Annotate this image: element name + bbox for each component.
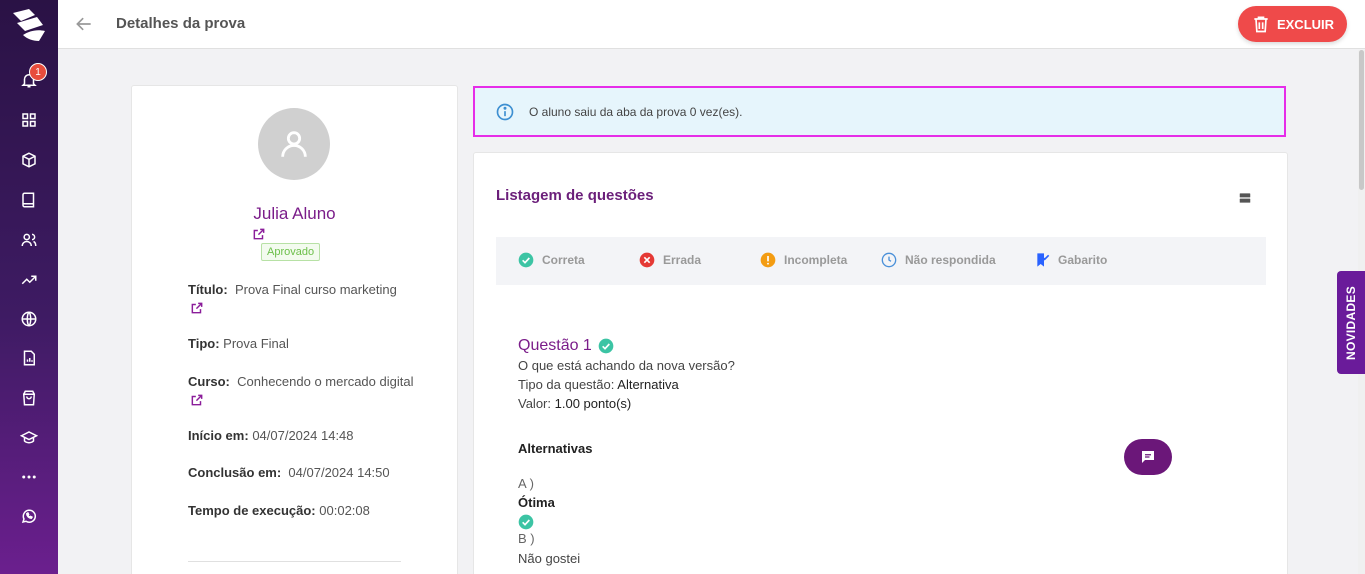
info-curso: Curso: Conhecendo o mercado digital <box>188 374 413 389</box>
delete-button[interactable]: EXCLUIR <box>1238 6 1347 42</box>
alt-b-text: Não gostei <box>518 551 581 566</box>
scrollbar-thumb[interactable] <box>1359 50 1364 190</box>
student-card: Julia Aluno Aprovado Título: Prova Final… <box>131 85 458 574</box>
info-conclusao: Conclusão em: 04/07/2024 14:50 <box>188 465 390 480</box>
card-divider <box>188 561 401 562</box>
legend-wrong: Errada <box>639 252 701 268</box>
external-link-icon[interactable] <box>252 227 266 241</box>
list-view-icon <box>1239 193 1251 203</box>
more-icon[interactable] <box>19 467 39 487</box>
inicio-value: 04/07/2024 14:48 <box>252 428 354 443</box>
page-title: Detalhes da prova <box>116 15 246 32</box>
question-1-title-text: Questão 1 <box>518 337 592 354</box>
titulo-label: Título: <box>188 282 228 297</box>
report-icon[interactable] <box>19 348 39 368</box>
legend-answer-key: Gabarito <box>1034 252 1107 268</box>
question-1-title: Questão 1 <box>518 337 614 355</box>
info-icon <box>496 103 514 120</box>
brand-logo[interactable] <box>9 5 49 45</box>
comment-button[interactable] <box>1124 439 1172 475</box>
users-icon[interactable] <box>19 230 39 250</box>
question-type-label: Tipo da questão: <box>518 377 615 392</box>
tab-exit-alert: O aluno saiu da aba da prova 0 vez(es). <box>473 86 1286 137</box>
external-link-icon[interactable] <box>190 301 204 315</box>
questions-title: Listagem de questões <box>496 187 654 204</box>
question-1-value: Valor: 1.00 ponto(s) <box>518 396 631 411</box>
back-arrow-icon[interactable] <box>74 14 94 34</box>
globe-icon[interactable] <box>19 309 39 329</box>
user-icon <box>281 131 307 157</box>
question-value-value: 1.00 ponto(s) <box>554 396 632 411</box>
tipo-label: Tipo: <box>188 336 220 351</box>
x-circle-icon <box>639 252 655 268</box>
delete-button-label: EXCLUIR <box>1276 16 1335 32</box>
graduation-icon[interactable] <box>19 428 39 448</box>
legend-answer-key-label: Gabarito <box>1058 253 1108 267</box>
message-icon <box>1142 451 1154 463</box>
novidades-label: NOVIDADES <box>1344 285 1359 360</box>
conclusao-value: 04/07/2024 14:50 <box>288 465 390 480</box>
legend-unanswered-label: Não respondida <box>905 253 996 267</box>
info-tempo: Tempo de execução: 00:02:08 <box>188 503 370 518</box>
tempo-label: Tempo de execução: <box>188 503 316 518</box>
alt-a-letter: A ) <box>518 476 534 491</box>
legend-unanswered: Não respondida <box>881 252 996 268</box>
questions-panel: Listagem de questões Correta Errada Inco… <box>473 152 1288 574</box>
status-badge: Aprovado <box>261 243 321 261</box>
alert-circle-icon <box>760 252 776 268</box>
titulo-value: Prova Final curso marketing <box>234 282 397 297</box>
bookmark-check-icon <box>1037 253 1050 267</box>
check-circle-icon <box>518 252 534 268</box>
alt-b-letter: B ) <box>518 531 535 546</box>
conclusao-label: Conclusão em: <box>188 465 282 480</box>
legend-incomplete: Incompleta <box>760 252 847 268</box>
book-icon[interactable] <box>19 190 39 210</box>
status-legend: Correta Errada Incompleta Não respondida… <box>496 237 1266 285</box>
info-inicio: Início em: 04/07/2024 14:48 <box>188 428 354 443</box>
curso-value: Conhecendo o mercado digital <box>237 374 414 389</box>
info-tipo: Tipo: Prova Final <box>188 336 289 351</box>
question-1-text: O que está achando da nova versão? <box>518 358 735 373</box>
top-header: Detalhes da prova EXCLUIR <box>58 0 1365 49</box>
alternatives-heading: Alternativas <box>518 441 593 456</box>
legend-correct: Correta <box>518 252 585 268</box>
novidades-tab[interactable]: NOVIDADES <box>1337 271 1365 374</box>
notification-badge: 1 <box>29 63 47 81</box>
trash-icon <box>1254 16 1268 33</box>
tipo-value: Prova Final <box>223 336 289 351</box>
question-type-value: Alternativa <box>617 377 679 392</box>
clock-icon <box>881 252 897 268</box>
check-circle-icon <box>518 514 534 530</box>
box-icon[interactable] <box>19 150 39 170</box>
external-link-icon[interactable] <box>190 393 204 407</box>
grid-icon[interactable] <box>19 110 39 130</box>
legend-wrong-label: Errada <box>663 253 702 267</box>
alert-text: O aluno saiu da aba da prova 0 vez(es). <box>529 104 743 119</box>
view-toggle-button[interactable] <box>1230 183 1260 213</box>
inicio-label: Início em: <box>188 428 249 443</box>
info-titulo: Título: Prova Final curso marketing <box>188 282 397 297</box>
trend-icon[interactable] <box>19 270 39 290</box>
legend-incomplete-label: Incompleta <box>784 253 848 267</box>
legend-correct-label: Correta <box>542 253 585 267</box>
question-1-type: Tipo da questão: Alternativa <box>518 377 679 392</box>
check-circle-icon <box>598 338 614 354</box>
tempo-value: 00:02:08 <box>319 503 370 518</box>
whatsapp-icon[interactable] <box>19 506 39 526</box>
avatar <box>258 108 330 180</box>
question-value-label: Valor: <box>518 396 551 411</box>
bag-icon[interactable] <box>19 388 39 408</box>
alt-a-text: Ótima <box>518 495 555 510</box>
curso-label: Curso: <box>188 374 230 389</box>
student-name: Julia Aluno <box>253 204 336 223</box>
sidebar: 1 <box>0 0 58 574</box>
